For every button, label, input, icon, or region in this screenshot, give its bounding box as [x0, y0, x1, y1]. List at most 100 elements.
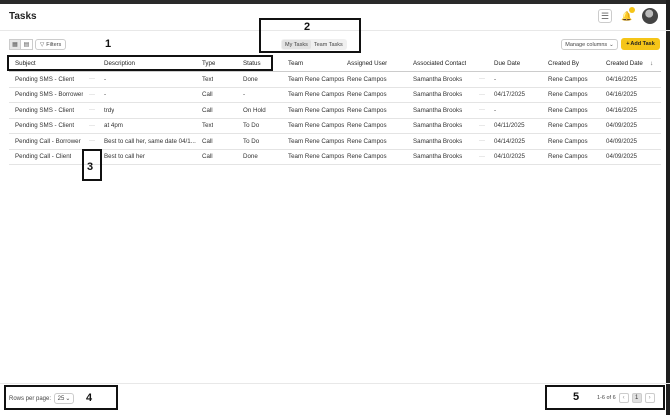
table-row[interactable]: Pending SMS - Borrower ··· - Call - Team… [9, 88, 661, 103]
annotation-box-5 [545, 385, 665, 410]
column-header-team[interactable]: Team [288, 56, 303, 71]
cell-created-by: Rene Campos [548, 137, 588, 145]
cell-assigned-user: Rene Campos [347, 91, 387, 99]
more-icon[interactable]: ··· [479, 88, 485, 103]
cell-created-date: 04/16/2025 [606, 91, 637, 99]
cell-associated-contact: Samantha Brooks [413, 91, 463, 99]
cell-created-date: 04/16/2025 [606, 75, 637, 83]
cell-due-date: 04/10/2025 [494, 153, 525, 161]
cell-type: Text [202, 75, 214, 83]
cell-status: Done [243, 75, 258, 83]
cell-created-date: 04/09/2025 [606, 122, 637, 130]
cell-description: at 4pm [104, 122, 123, 130]
more-icon[interactable]: ··· [89, 119, 95, 134]
column-header-created-date[interactable]: Created Date [606, 56, 643, 71]
cell-assigned-user: Rene Campos [347, 122, 387, 130]
notification-bell-icon[interactable]: 🔔 [620, 7, 635, 23]
manage-columns-label: Manage columns [565, 41, 608, 48]
cell-description: trdy [104, 106, 115, 114]
cell-due-date: - [494, 106, 497, 114]
more-icon[interactable]: ··· [479, 134, 485, 149]
plus-icon: + [626, 41, 630, 47]
more-icon[interactable]: ··· [89, 88, 95, 103]
cell-created-by: Rene Campos [548, 153, 588, 161]
cell-associated-contact: Samantha Brooks [413, 153, 463, 161]
cell-description: - [104, 91, 107, 99]
cell-status: On Hold [243, 106, 266, 114]
cell-type: Call [202, 137, 213, 145]
cell-associated-contact: Samantha Brooks [413, 137, 463, 145]
notification-dot [629, 7, 635, 13]
cell-assigned-user: Rene Campos [347, 153, 387, 161]
cell-subject: Pending SMS - Client [15, 106, 75, 114]
annotation-number-1: 1 [105, 38, 112, 50]
cell-team: Team Rene Campos [288, 91, 345, 99]
footer-divider [0, 383, 670, 384]
header-actions: ☰ 🔔 [598, 7, 658, 24]
cell-assigned-user: Rene Campos [347, 137, 387, 145]
cell-status: Done [243, 153, 258, 161]
table-row[interactable]: Pending Call - Borrower ··· Best to call… [9, 134, 661, 150]
cell-description: - [104, 75, 107, 83]
cell-created-by: Rene Campos [548, 75, 588, 83]
cell-team: Team Rene Campos [288, 75, 345, 83]
more-icon[interactable]: ··· [479, 119, 485, 134]
table-row[interactable]: Pending SMS - Client ··· - Text Done Tea… [9, 72, 661, 88]
cell-created-date: 04/16/2025 [606, 106, 637, 114]
sort-arrow-down-icon[interactable]: ↓ [650, 56, 653, 71]
user-avatar[interactable] [642, 8, 658, 24]
more-icon[interactable]: ··· [479, 150, 485, 165]
cell-description: Best to call her [104, 153, 145, 161]
filters-button[interactable]: ▽ Filters [35, 39, 67, 50]
cell-team: Team Rene Campos [288, 137, 345, 145]
cell-team: Team Rene Campos [288, 122, 345, 130]
cell-subject: Pending SMS - Borrower [15, 91, 84, 99]
cell-type: Call [202, 91, 213, 99]
more-icon[interactable]: ··· [89, 103, 95, 118]
cell-team: Team Rene Campos [288, 106, 345, 114]
board-view-icon[interactable]: ▤ [21, 39, 33, 50]
annotation-number-2: 2 [304, 21, 311, 33]
window-right-edge [666, 0, 670, 415]
filters-button-label: Filters [46, 41, 62, 48]
column-header-associated-contact[interactable]: Associated Contact [413, 56, 466, 71]
table-row[interactable]: Pending Call - Client Best to call her C… [9, 150, 661, 165]
more-icon[interactable]: ··· [89, 72, 95, 87]
tasks-table: Subject Description Type Status Team Ass… [9, 56, 661, 165]
cell-type: Call [202, 153, 213, 161]
more-icon[interactable]: ··· [479, 72, 485, 87]
cell-assigned-user: Rene Campos [347, 106, 387, 114]
table-row[interactable]: Pending SMS - Client ··· trdy Call On Ho… [9, 103, 661, 119]
cell-status: To Do [243, 137, 260, 145]
cell-subject: Pending SMS - Client [15, 75, 75, 83]
cell-subject: Pending Call - Borrower [15, 137, 81, 145]
add-task-button[interactable]: + Add Task [621, 38, 660, 50]
manage-columns-dropdown[interactable]: Manage columns ⌄ [561, 39, 618, 50]
cell-associated-contact: Samantha Brooks [413, 106, 463, 114]
cell-type: Text [202, 122, 214, 130]
more-icon[interactable]: ··· [479, 103, 485, 118]
view-toggle: ▦ ▤ [9, 39, 33, 50]
table-row[interactable]: Pending SMS - Client ··· at 4pm Text To … [9, 119, 661, 134]
task-list-icon[interactable]: ☰ [598, 9, 612, 23]
cell-created-by: Rene Campos [548, 122, 588, 130]
cell-due-date: - [494, 75, 497, 83]
cell-created-date: 04/09/2025 [606, 153, 637, 161]
column-header-assigned-user[interactable]: Assigned User [347, 56, 387, 71]
more-icon[interactable]: ··· [89, 134, 95, 149]
column-header-created-by[interactable]: Created By [548, 56, 579, 71]
cell-due-date: 04/11/2025 [494, 122, 525, 130]
annotation-number-3: 3 [87, 161, 94, 173]
column-header-due-date[interactable]: Due Date [494, 56, 520, 71]
annotation-box-1 [7, 55, 273, 71]
cell-associated-contact: Samantha Brooks [413, 75, 463, 83]
cell-due-date: 04/14/2025 [494, 137, 525, 145]
page-title: Tasks [9, 11, 37, 22]
table-view-icon[interactable]: ▦ [9, 39, 21, 50]
annotation-number-5: 5 [573, 391, 580, 403]
cell-created-by: Rene Campos [548, 91, 588, 99]
chevron-down-icon: ⌄ [609, 41, 614, 48]
cell-created-date: 04/09/2025 [606, 137, 637, 145]
cell-subject: Pending SMS - Client [15, 122, 75, 130]
annotation-box-4 [4, 385, 118, 410]
